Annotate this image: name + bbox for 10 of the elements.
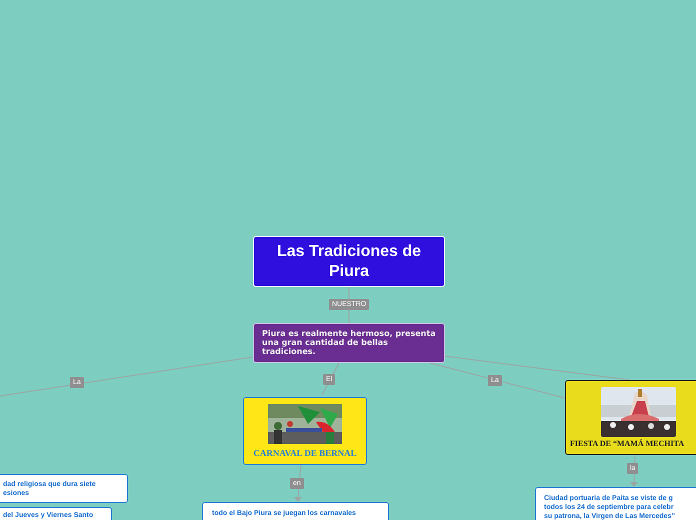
root-node[interactable]: Las Tradiciones de Piura	[253, 236, 445, 287]
topic-node[interactable]: CARNAVAL DE BERNAL	[243, 397, 367, 465]
subtopic-text: Piura es realmente hermoso, presenta una gran cantidad de bellas tradiciones.	[262, 329, 436, 356]
topic-title: FIESTA DE “MAMÁ MECHITA	[570, 440, 684, 448]
topic-node[interactable]: FIESTA DE “MAMÁ MECHITA	[565, 380, 696, 455]
topic-title: CARNAVAL DE BERNAL	[253, 449, 357, 458]
subtopic-node[interactable]: Piura es realmente hermoso, presenta una gran cantidad de bellas tradiciones.	[253, 323, 445, 363]
arrow-head-icon	[294, 497, 302, 502]
root-title: Las Tradiciones de Piura	[276, 242, 422, 282]
arrow-head-icon	[630, 482, 638, 487]
